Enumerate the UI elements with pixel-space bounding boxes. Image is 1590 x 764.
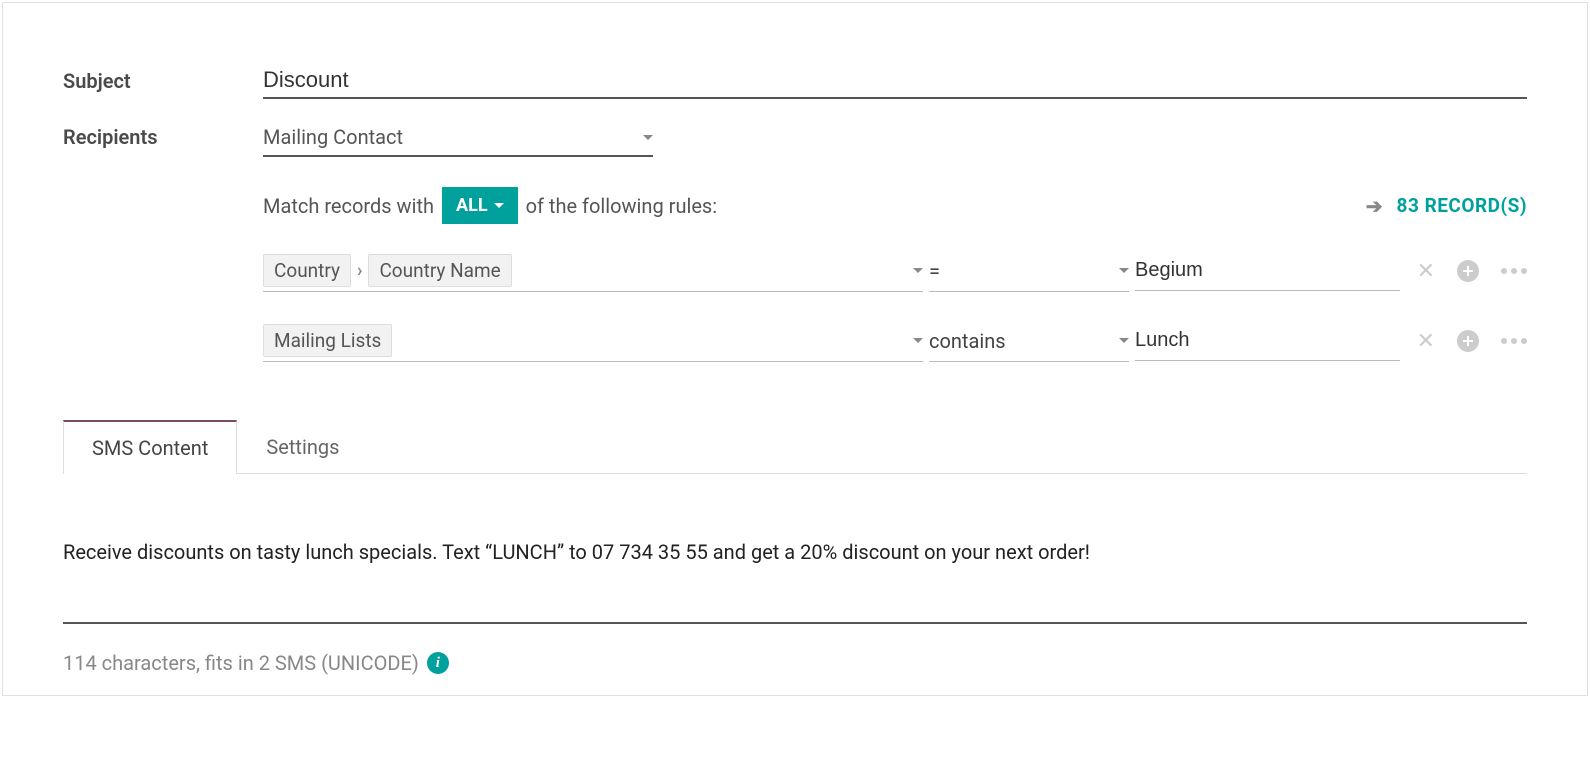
add-rule-icon[interactable] [1457,260,1479,282]
caret-down-icon [494,203,504,208]
tab-sms-content[interactable]: SMS Content [63,420,237,474]
recipients-value: Mailing Contact [263,125,403,149]
field-chip: Country Name [368,254,511,287]
rule-field-select[interactable]: Country › Country Name [263,250,923,292]
caret-down-icon [643,135,653,140]
recipients-select[interactable]: Mailing Contact [263,119,653,157]
rule-row: Mailing Lists contains ✕ [263,320,1527,362]
recipients-label: Recipients [63,119,263,149]
arrow-right-icon: ➔ [1366,194,1383,218]
caret-down-icon [913,338,923,343]
rule-value-input[interactable] [1135,321,1400,361]
sms-content-input[interactable] [63,538,1527,624]
form-container: Subject Recipients Mailing Contact Match… [2,2,1588,696]
match-mode-label: ALL [456,195,488,216]
subject-label: Subject [63,63,263,93]
rule-value-input[interactable] [1135,251,1400,291]
field-chip: Mailing Lists [263,324,392,357]
info-icon[interactable]: i [427,652,449,674]
subject-field-wrap [263,63,1527,99]
operator-value: contains [929,329,1006,353]
subject-input[interactable] [263,63,1527,99]
records-count-link[interactable]: 83 RECORD(S) [1397,194,1527,217]
match-mode-dropdown[interactable]: ALL [442,187,518,224]
add-rule-icon[interactable] [1457,330,1479,352]
form-area: Subject Recipients Mailing Contact Match… [3,3,1587,494]
recipients-row: Recipients Mailing Contact Match records… [63,119,1527,390]
caret-down-icon [1119,268,1129,273]
rule-field-select[interactable]: Mailing Lists [263,320,923,362]
rule-operator-select[interactable]: contains [929,321,1129,362]
rule-operator-select[interactable]: = [929,251,1129,292]
more-icon[interactable] [1501,338,1527,344]
more-icon[interactable] [1501,268,1527,274]
rules-area: Country › Country Name = ✕ [263,250,1527,362]
rule-row: Country › Country Name = ✕ [263,250,1527,292]
recipients-field-wrap: Mailing Contact Match records with ALL o… [263,119,1527,390]
rule-actions: ✕ [1406,329,1527,354]
caret-down-icon [913,268,923,273]
chevron-right-icon: › [357,260,362,281]
char-info: 114 characters, fits in 2 SMS (UNICODE) … [63,651,1527,675]
tab-settings[interactable]: Settings [237,420,368,474]
remove-rule-icon[interactable]: ✕ [1417,259,1435,284]
tab-content: 114 characters, fits in 2 SMS (UNICODE) … [3,494,1587,695]
char-info-text: 114 characters, fits in 2 SMS (UNICODE) [63,651,419,675]
subject-row: Subject [63,63,1527,99]
remove-rule-icon[interactable]: ✕ [1417,329,1435,354]
match-post-text: of the following rules: [526,194,718,218]
match-pre-text: Match records with [263,194,434,218]
caret-down-icon [1119,338,1129,343]
match-row: Match records with ALL of the following … [263,187,1527,224]
operator-value: = [929,259,940,283]
rule-actions: ✕ [1406,259,1527,284]
field-chip: Country [263,254,351,287]
tabs: SMS Content Settings [63,420,1527,474]
